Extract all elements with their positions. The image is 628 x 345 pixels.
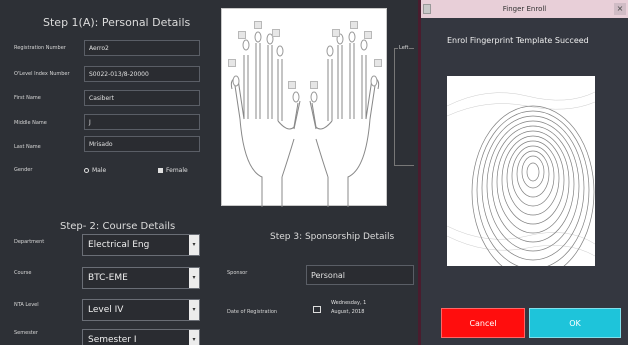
course-label: Course bbox=[14, 270, 32, 276]
right-ring-checkbox[interactable] bbox=[364, 31, 372, 39]
gender-male-label: Male bbox=[92, 167, 107, 174]
semester-value: Semester I bbox=[88, 335, 137, 345]
ok-button[interactable]: OK bbox=[529, 308, 621, 338]
first-name-field[interactable]: Casibert bbox=[84, 90, 200, 106]
last-name-label: Last Name bbox=[14, 144, 41, 150]
department-label: Department bbox=[14, 239, 45, 245]
left-hand-group-label: Left bbox=[398, 45, 410, 51]
nta-level-label: NTA Level bbox=[14, 302, 39, 308]
olevel-index-label: O'Level Index Number bbox=[14, 71, 70, 77]
left-thumb-checkbox[interactable] bbox=[288, 81, 296, 89]
finger-enroll-dialog: Finger Enroll × Enrol Fingerprint Templa… bbox=[418, 0, 628, 345]
left-index-checkbox[interactable] bbox=[272, 29, 280, 37]
chevron-down-icon[interactable]: ▾ bbox=[189, 235, 199, 255]
department-select[interactable]: Electrical Eng ▾ bbox=[82, 234, 200, 256]
step2-title: Step- 2: Course Details bbox=[60, 221, 176, 232]
step1-title: Step 1(A): Personal Details bbox=[43, 16, 191, 29]
enroll-message: Enrol Fingerprint Template Succeed bbox=[447, 36, 589, 45]
app-icon bbox=[423, 4, 431, 14]
left-ring-checkbox[interactable] bbox=[238, 31, 246, 39]
semester-label: Semester bbox=[14, 330, 38, 336]
right-middle-checkbox[interactable] bbox=[350, 21, 358, 29]
fingerprint-icon bbox=[446, 91, 596, 279]
last-name-field[interactable]: Mrisado bbox=[84, 136, 200, 152]
nta-level-value: Level IV bbox=[88, 305, 124, 315]
fingerprint-image bbox=[446, 76, 596, 279]
chevron-down-icon[interactable]: ▾ bbox=[189, 330, 199, 345]
sponsor-label: Sponsor bbox=[227, 270, 248, 276]
right-index-checkbox[interactable] bbox=[332, 29, 340, 37]
left-middle-checkbox[interactable] bbox=[254, 21, 262, 29]
department-value: Electrical Eng bbox=[88, 240, 150, 250]
olevel-index-field[interactable]: S0022-013/8-20000 bbox=[84, 66, 200, 82]
date-line1: Wednesday, 1 bbox=[331, 300, 367, 306]
dialog-title-bar: Finger Enroll × bbox=[421, 0, 628, 18]
gender-male-radio[interactable]: Male bbox=[84, 167, 106, 174]
date-registration-label: Date of Registration bbox=[227, 309, 278, 315]
chevron-down-icon[interactable]: ▾ bbox=[189, 268, 199, 288]
gender-female-label: Female bbox=[166, 167, 188, 174]
registration-window: Step 1(A): Personal Details Registration… bbox=[0, 0, 628, 345]
radio-indicator bbox=[84, 168, 89, 173]
sponsor-field[interactable]: Personal bbox=[306, 265, 414, 285]
middle-name-label: Middle Name bbox=[14, 120, 47, 126]
course-value: BTC-EME bbox=[88, 273, 128, 283]
left-little-checkbox[interactable] bbox=[228, 59, 236, 67]
chevron-down-icon[interactable]: ▾ bbox=[189, 300, 199, 320]
close-icon[interactable]: × bbox=[614, 3, 626, 15]
course-select[interactable]: BTC-EME ▾ bbox=[82, 267, 200, 289]
first-name-label: First Name bbox=[14, 95, 41, 101]
middle-name-field[interactable]: J bbox=[84, 114, 200, 130]
hand-finger-diagram bbox=[221, 8, 387, 207]
right-thumb-checkbox[interactable] bbox=[310, 81, 318, 89]
gender-label: Gender bbox=[14, 167, 33, 173]
step3-title: Step 3: Sponsorship Details bbox=[270, 232, 395, 242]
right-little-checkbox[interactable] bbox=[374, 59, 382, 67]
registration-number-label: Registration Number bbox=[14, 45, 66, 51]
registration-number-field[interactable]: Aerro2 bbox=[84, 40, 200, 56]
dialog-title: Finger Enroll bbox=[502, 5, 547, 13]
calendar-icon[interactable] bbox=[313, 306, 321, 313]
left-hand-group bbox=[394, 48, 414, 166]
cancel-button[interactable]: Cancel bbox=[441, 308, 525, 338]
semester-select[interactable]: Semester I ▾ bbox=[82, 329, 200, 345]
date-line2: August, 2018 bbox=[331, 309, 365, 315]
gender-female-radio[interactable]: Female bbox=[158, 167, 188, 174]
radio-indicator bbox=[158, 168, 163, 173]
nta-level-select[interactable]: Level IV ▾ bbox=[82, 299, 200, 321]
